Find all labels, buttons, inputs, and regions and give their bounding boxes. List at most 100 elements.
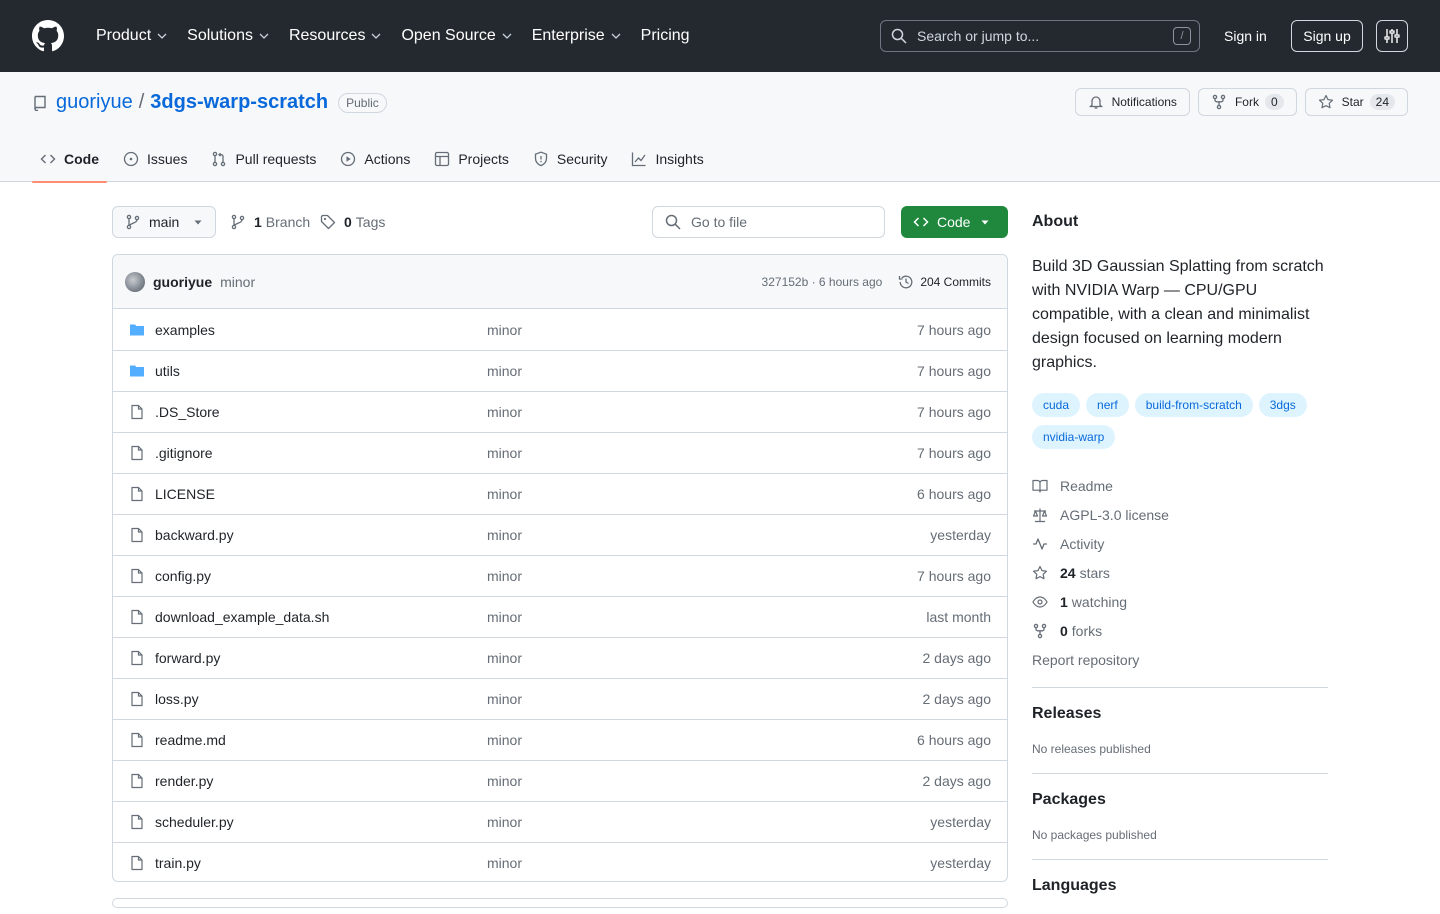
file-name-link[interactable]: download_example_data.sh bbox=[155, 609, 487, 625]
topic-tag[interactable]: nvidia-warp bbox=[1032, 425, 1116, 449]
file-commit-date: 7 hours ago bbox=[917, 363, 991, 379]
file-commit-message[interactable]: minor bbox=[487, 609, 926, 625]
nav-pricing[interactable]: Pricing bbox=[633, 20, 698, 52]
releases-heading[interactable]: Releases bbox=[1032, 705, 1328, 723]
table-row[interactable]: config.py minor 7 hours ago bbox=[113, 555, 1007, 596]
file-commit-message[interactable]: minor bbox=[487, 814, 930, 830]
avatar[interactable] bbox=[125, 271, 145, 292]
tags-link[interactable]: 0 Tags bbox=[320, 206, 385, 238]
table-row[interactable]: .DS_Store minor 7 hours ago bbox=[113, 391, 1007, 432]
file-name-link[interactable]: backward.py bbox=[155, 527, 487, 543]
file-commit-message[interactable]: minor bbox=[487, 773, 923, 789]
file-commit-message[interactable]: minor bbox=[487, 855, 930, 871]
nav-open-source[interactable]: Open Source bbox=[393, 20, 519, 52]
file-name-link[interactable]: forward.py bbox=[155, 650, 487, 666]
table-row[interactable]: .gitignore minor 7 hours ago bbox=[113, 432, 1007, 473]
repo-name-link[interactable]: 3dgs-warp-scratch bbox=[150, 91, 328, 114]
tab-security[interactable]: Security bbox=[525, 136, 616, 182]
notifications-button[interactable]: Notifications bbox=[1074, 88, 1190, 116]
file-commit-message[interactable]: minor bbox=[487, 527, 930, 543]
tab-code[interactable]: Code bbox=[32, 136, 107, 183]
license-link[interactable]: AGPL-3.0 license bbox=[1032, 500, 1328, 529]
tab-insights[interactable]: Insights bbox=[623, 136, 711, 182]
file-commit-message[interactable]: minor bbox=[487, 486, 917, 502]
repo-separator: / bbox=[138, 91, 145, 113]
file-name-link[interactable]: examples bbox=[155, 322, 487, 338]
file-commit-message[interactable]: minor bbox=[487, 363, 917, 379]
table-row[interactable]: render.py minor 2 days ago bbox=[113, 760, 1007, 801]
file-commit-message[interactable]: minor bbox=[487, 691, 923, 707]
nav-resources[interactable]: Resources bbox=[281, 20, 389, 52]
nav-product[interactable]: Product bbox=[88, 20, 175, 52]
nav-enterprise[interactable]: Enterprise bbox=[524, 20, 629, 52]
languages-heading: Languages bbox=[1032, 877, 1117, 894]
table-row[interactable]: backward.py minor yesterday bbox=[113, 514, 1007, 555]
latest-commit-bar: guoriyue minor 327152b · 6 hours ago 204… bbox=[113, 255, 1007, 309]
commits-history-link[interactable]: 204 Commits bbox=[898, 274, 991, 290]
file-commit-message[interactable]: minor bbox=[487, 732, 917, 748]
book-icon bbox=[1032, 479, 1048, 493]
table-row[interactable]: examples minor 7 hours ago bbox=[113, 309, 1007, 350]
readme-link[interactable]: Readme bbox=[1032, 471, 1328, 500]
file-name-link[interactable]: readme.md bbox=[155, 732, 487, 748]
stars-link[interactable]: 24 stars bbox=[1032, 558, 1328, 587]
branches-link[interactable]: 1 Branch bbox=[230, 206, 310, 238]
table-row[interactable]: readme.md minor 6 hours ago bbox=[113, 719, 1007, 760]
code-dropdown-button[interactable]: Code bbox=[901, 206, 1008, 238]
topic-tag[interactable]: nerf bbox=[1086, 393, 1129, 417]
pulse-icon bbox=[1033, 537, 1047, 550]
file-commit-message[interactable]: minor bbox=[487, 322, 917, 338]
file-commit-message[interactable]: minor bbox=[487, 445, 917, 461]
file-name-link[interactable]: scheduler.py bbox=[155, 814, 487, 830]
file-commit-message[interactable]: minor bbox=[487, 404, 917, 420]
file-name-link[interactable]: render.py bbox=[155, 773, 487, 789]
appearance-settings-button[interactable] bbox=[1376, 20, 1408, 52]
table-row[interactable]: download_example_data.sh minor last month bbox=[113, 596, 1007, 637]
report-repository-link[interactable]: Report repository bbox=[1032, 645, 1328, 674]
topic-tag[interactable]: cuda bbox=[1032, 393, 1081, 417]
packages-heading[interactable]: Packages bbox=[1032, 791, 1328, 809]
branch-selector[interactable]: main bbox=[112, 206, 216, 238]
tab-issues[interactable]: Issues bbox=[115, 136, 195, 182]
table-row[interactable]: scheduler.py minor yesterday bbox=[113, 801, 1007, 842]
tab-insights-label: Insights bbox=[655, 151, 704, 167]
tab-security-label: Security bbox=[556, 151, 608, 167]
tab-projects[interactable]: Projects bbox=[426, 136, 517, 182]
search-input[interactable]: Search or jump to... / bbox=[880, 20, 1200, 52]
topic-tag[interactable]: 3dgs bbox=[1258, 393, 1307, 417]
file-name-link[interactable]: .DS_Store bbox=[155, 404, 487, 420]
activity-link[interactable]: Activity bbox=[1032, 529, 1328, 558]
commit-author-link[interactable]: guoriyue bbox=[153, 274, 212, 290]
tab-pull-requests[interactable]: Pull requests bbox=[203, 136, 324, 182]
star-button[interactable]: Star 24 bbox=[1304, 88, 1408, 116]
table-row[interactable]: loss.py minor 2 days ago bbox=[113, 678, 1007, 719]
tab-actions[interactable]: Actions bbox=[332, 136, 418, 182]
table-row[interactable]: LICENSE minor 6 hours ago bbox=[113, 473, 1007, 514]
go-to-file-input[interactable]: Go to file bbox=[652, 206, 885, 238]
file-commit-message[interactable]: minor bbox=[487, 650, 923, 666]
file-commit-message[interactable]: minor bbox=[487, 568, 917, 584]
fork-button[interactable]: Fork 0 bbox=[1197, 88, 1297, 116]
file-name-link[interactable]: LICENSE bbox=[155, 486, 487, 502]
forks-link[interactable]: 0 forks bbox=[1032, 616, 1328, 645]
commit-hash-time[interactable]: 327152b · 6 hours ago bbox=[762, 275, 883, 289]
nav-solutions[interactable]: Solutions bbox=[179, 20, 277, 52]
topic-tag[interactable]: build-from-scratch bbox=[1134, 393, 1253, 417]
file-name-link[interactable]: utils bbox=[155, 363, 487, 379]
sign-in-link[interactable]: Sign in bbox=[1216, 20, 1275, 52]
sign-up-button[interactable]: Sign up bbox=[1291, 20, 1363, 52]
file-commit-date: 7 hours ago bbox=[917, 568, 991, 584]
commit-message-link[interactable]: minor bbox=[220, 274, 761, 290]
file-name-link[interactable]: .gitignore bbox=[155, 445, 487, 461]
table-row[interactable]: utils minor 7 hours ago bbox=[113, 350, 1007, 391]
table-row[interactable]: forward.py minor 2 days ago bbox=[113, 637, 1007, 678]
watchers-link[interactable]: 1 watching bbox=[1032, 587, 1328, 616]
file-name-link[interactable]: loss.py bbox=[155, 691, 487, 707]
github-logo-icon[interactable] bbox=[32, 20, 64, 52]
sliders-icon bbox=[1384, 29, 1400, 43]
file-name-link[interactable]: train.py bbox=[155, 855, 487, 871]
tag-count-label: Tags bbox=[355, 214, 386, 230]
file-name-link[interactable]: config.py bbox=[155, 568, 487, 584]
table-row[interactable]: train.py minor yesterday bbox=[113, 842, 1007, 881]
repo-owner-link[interactable]: guoriyue bbox=[56, 91, 133, 114]
